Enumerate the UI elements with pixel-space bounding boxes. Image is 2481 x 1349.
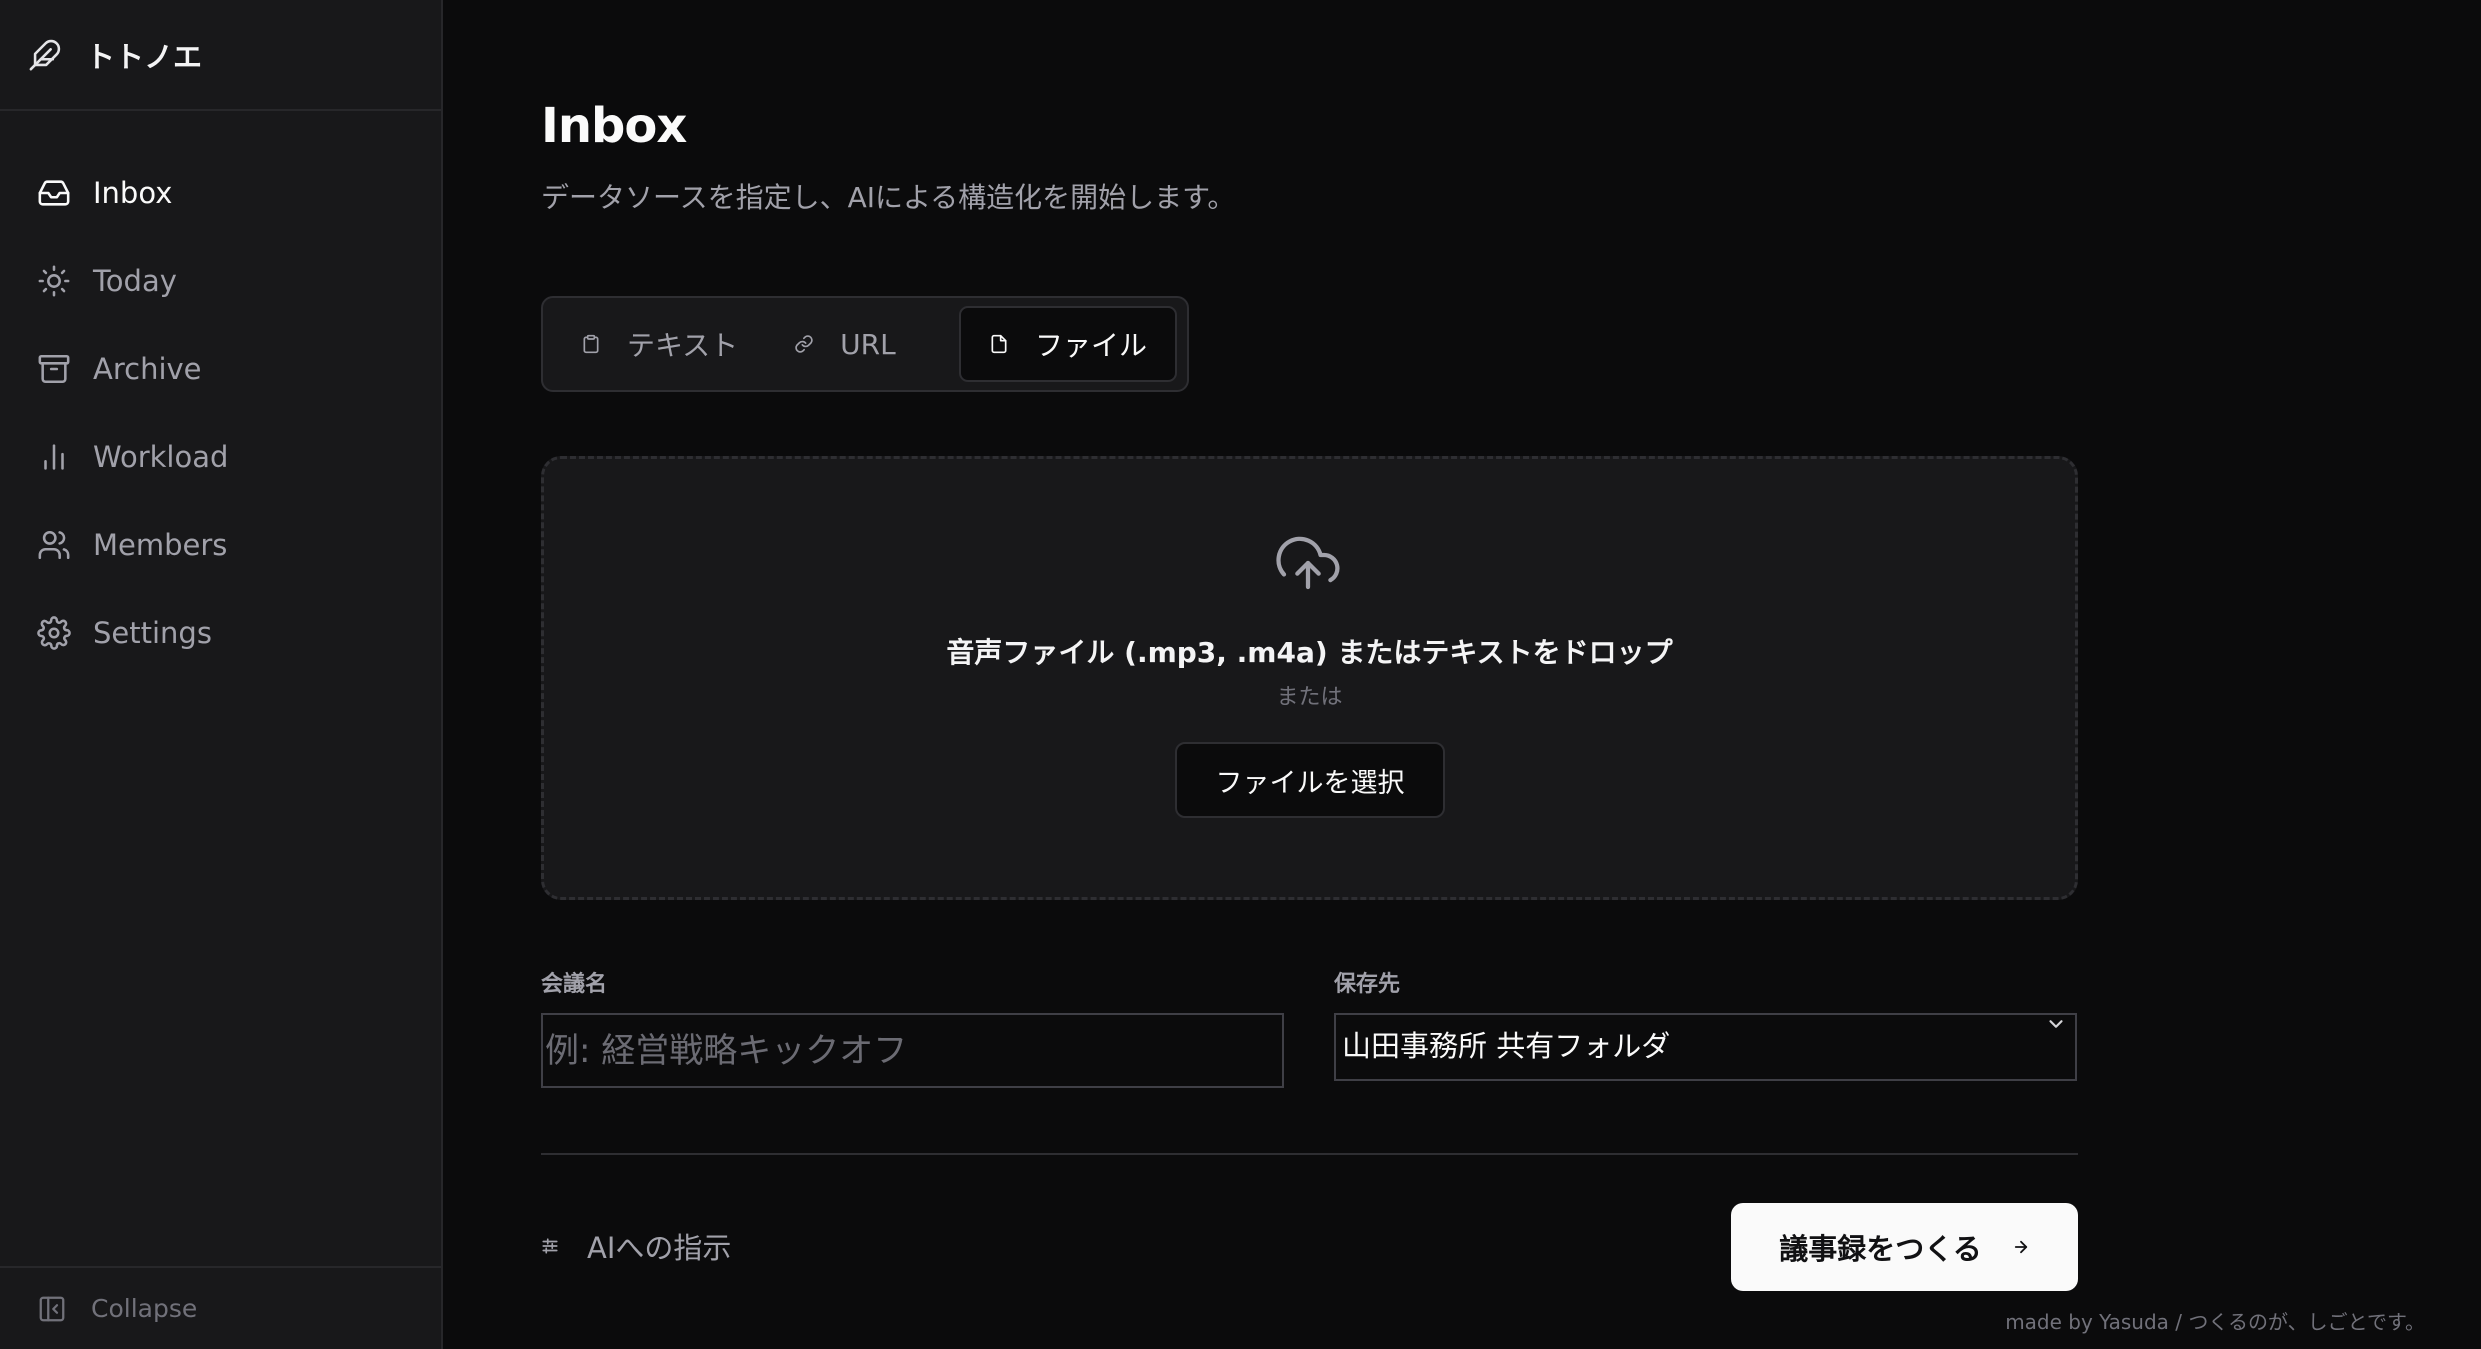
brand[interactable]: トトノエ	[0, 0, 441, 111]
collapse-button[interactable]: Collapse	[0, 1266, 441, 1349]
file-dropzone[interactable]: 音声ファイル (.mp3, .m4a) またはテキストをドロップ または ファイ…	[541, 456, 2078, 900]
tab-url[interactable]: URL	[766, 306, 924, 382]
main-content: Inbox データソースを指定し、AIによる構造化を開始します。 テキスト UR…	[443, 0, 2481, 1349]
sidebar-nav: Inbox Today Archive Workload Members Set…	[0, 111, 441, 677]
dropzone-text: 音声ファイル (.mp3, .m4a) またはテキストをドロップ	[946, 636, 1673, 669]
feather-icon	[29, 39, 61, 70]
sidebar-item-today[interactable]: Today	[0, 237, 441, 325]
sidebar-item-label: Inbox	[93, 176, 173, 210]
create-minutes-label: 議事録をつくる	[1779, 1232, 1982, 1266]
sidebar-item-workload[interactable]: Workload	[0, 413, 441, 501]
sidebar-item-label: Archive	[93, 352, 202, 386]
destination-select[interactable]: 山田事務所 共有フォルダ	[1334, 1013, 2077, 1081]
gear-icon	[37, 616, 71, 650]
sliders-icon	[542, 1238, 558, 1254]
ai-instruction-label: AIへの指示	[587, 1231, 732, 1265]
footer-credit: made by Yasuda / つくるのが、しごとです。	[2005, 1310, 2425, 1334]
cloud-upload-icon	[1276, 536, 1340, 590]
page-title: Inbox	[541, 98, 687, 154]
archive-icon	[38, 354, 70, 384]
tab-file-label: ファイル	[1034, 329, 1147, 362]
arrow-right-icon	[2014, 1240, 2027, 1254]
tab-text[interactable]: テキスト	[553, 306, 766, 382]
sun-icon	[38, 265, 70, 297]
file-icon	[991, 334, 1007, 354]
collapse-label: Collapse	[91, 1294, 198, 1323]
create-minutes-button[interactable]: 議事録をつくる	[1731, 1203, 2078, 1291]
bar-chart-icon	[44, 444, 64, 470]
sidebar-item-label: Members	[93, 528, 228, 562]
link-icon	[795, 335, 813, 353]
sidebar-item-label: Settings	[93, 616, 212, 650]
app: トトノエ Inbox Today Archive Workload Member…	[0, 0, 2481, 1349]
tab-text-label: テキスト	[627, 329, 739, 362]
sidebar-item-members[interactable]: Members	[0, 501, 441, 589]
page-subtitle: データソースを指定し、AIによる構造化を開始します。	[541, 181, 1236, 214]
sidebar-item-label: Workload	[93, 440, 229, 474]
dropzone-or: または	[1276, 685, 1343, 710]
brand-name: トトノエ	[86, 39, 203, 74]
destination-label: 保存先	[1334, 972, 1401, 997]
sidebar-item-label: Today	[93, 264, 177, 298]
divider	[541, 1153, 2078, 1155]
chevron-down-icon	[2049, 1020, 2063, 1028]
ai-instruction-toggle[interactable]: AIへの指示	[541, 1225, 731, 1267]
tab-url-label: URL	[840, 327, 896, 361]
users-icon	[38, 530, 70, 560]
inbox-icon	[38, 180, 70, 206]
sidebar: トトノエ Inbox Today Archive Workload Member…	[0, 0, 443, 1349]
meeting-name-label: 会議名	[541, 972, 608, 997]
source-tabs: テキスト URL ファイル	[541, 296, 1189, 392]
meeting-name-input[interactable]	[541, 1013, 1284, 1088]
destination-value: 山田事務所 共有フォルダ	[1342, 1029, 1671, 1063]
tab-file[interactable]: ファイル	[958, 306, 1177, 382]
sidebar-item-archive[interactable]: Archive	[0, 325, 441, 413]
clipboard-icon	[583, 334, 599, 354]
sidebar-item-settings[interactable]: Settings	[0, 589, 441, 677]
sidebar-collapse-icon	[39, 1296, 65, 1321]
select-file-button[interactable]: ファイルを選択	[1175, 742, 1445, 818]
sidebar-item-inbox[interactable]: Inbox	[0, 149, 441, 237]
